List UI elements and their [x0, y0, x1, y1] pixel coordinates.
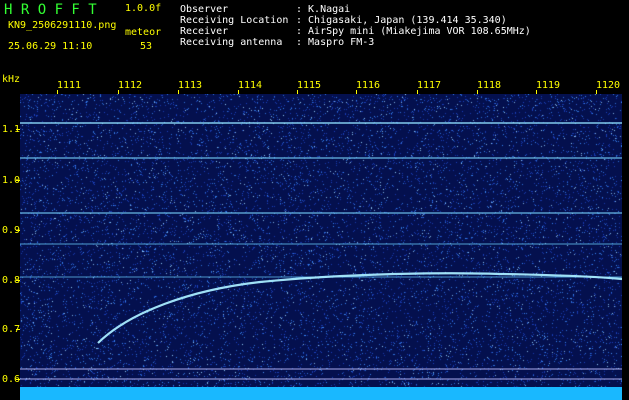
- info-value-antenna: : Maspro FM-3: [296, 37, 375, 48]
- x-tick-label: 1115: [297, 80, 322, 91]
- meteor-echo-trace: [97, 272, 622, 344]
- info-value-location: : Chigasaki, Japan (139.414 35.340): [296, 15, 507, 26]
- x-tick-label: 1119: [536, 80, 561, 91]
- x-tick-label: 1117: [417, 80, 442, 91]
- y-axis-unit: kHz: [2, 74, 21, 85]
- info-key-antenna: Receiving antenna: [180, 37, 283, 48]
- spectrogram-traces: [20, 122, 622, 400]
- info-key-observer: Observer: [180, 4, 229, 15]
- spectrogram: [20, 94, 622, 400]
- info-key-location: Receiving Location: [180, 15, 289, 26]
- x-tick-label: 1114: [238, 80, 263, 91]
- power-bar: [20, 387, 622, 400]
- x-tick-label: 1116: [356, 80, 381, 91]
- info-value-observer: : K.Nagai: [296, 4, 351, 15]
- x-tick-label: 1118: [477, 80, 502, 91]
- info-value-receiver: : AirSpy mini (Miakejima VOR 108.65MHz): [296, 26, 531, 37]
- x-tick-label: 1111: [57, 80, 82, 91]
- meteor-label: meteor: [125, 27, 162, 38]
- hrofft-window: H R O F F T 1.0.0f KN9_2506291110.png me…: [0, 0, 629, 400]
- header-panel: H R O F F T 1.0.0f KN9_2506291110.png me…: [0, 0, 629, 74]
- x-tick-label: 1120: [596, 80, 621, 91]
- app-logo: H R O F F T: [4, 2, 97, 18]
- version-label: 1.0.0f: [125, 3, 162, 14]
- datetime-label: 25.06.29 11:10: [8, 41, 93, 52]
- meteor-count: 53: [140, 41, 153, 52]
- filename-label: KN9_2506291110.png: [8, 20, 117, 31]
- info-key-receiver: Receiver: [180, 26, 229, 37]
- x-tick-label: 1113: [178, 80, 203, 91]
- x-tick-label: 1112: [118, 80, 143, 91]
